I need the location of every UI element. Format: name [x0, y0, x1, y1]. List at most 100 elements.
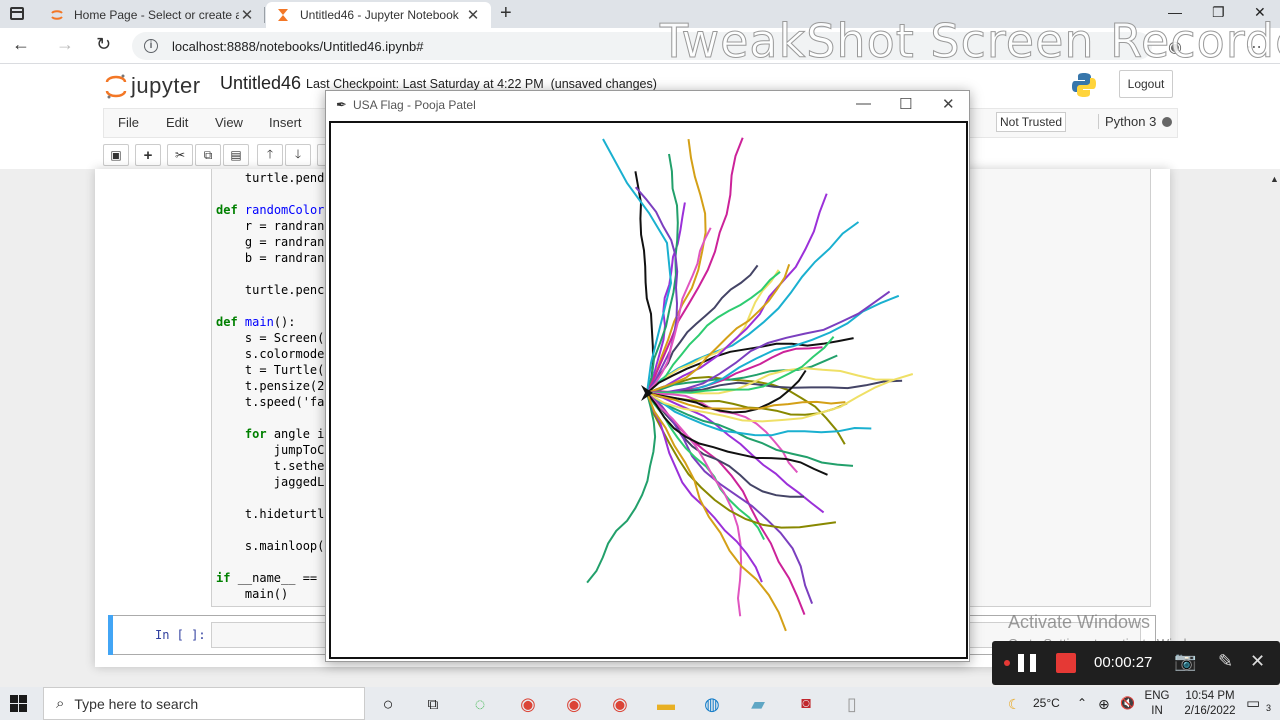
close-recorder-icon[interactable]: ✕	[1250, 651, 1265, 672]
turtle-line	[586, 392, 657, 584]
jupyter-favicon-icon	[51, 10, 63, 20]
menu-view[interactable]: View	[215, 115, 243, 130]
volume-icon[interactable]: 🔇	[1120, 696, 1135, 710]
checkpoint-status: Last Checkpoint: Last Saturday at 4:22 P…	[306, 77, 657, 91]
turtle-line	[646, 392, 765, 541]
clock-time: 10:54 PM	[1185, 690, 1235, 702]
feather-icon: ✒	[336, 97, 347, 112]
screenshot-camera-icon[interactable]: 📷	[1174, 651, 1196, 672]
window-menu-icon[interactable]	[10, 7, 24, 20]
turtle-window-titlebar[interactable]: ✒ USA Flag - Pooja Patel — ☐ ✕	[326, 91, 969, 119]
document-icon[interactable]: ▯	[840, 692, 864, 716]
temperature[interactable]: 25°C	[1033, 696, 1060, 710]
code-line: for angle i	[244, 427, 325, 441]
checkpoint-text: Last Checkpoint: Last Saturday at 4:22 P…	[306, 77, 544, 91]
turtle-minimize-icon[interactable]: —	[856, 95, 871, 112]
recording-timer: 00:00:27	[1094, 654, 1153, 671]
notebook-title[interactable]: Untitled46	[220, 73, 301, 94]
logout-button[interactable]: Logout	[1119, 70, 1173, 98]
language-top: ENG	[1144, 690, 1170, 702]
turtle-line	[646, 392, 837, 529]
stop-recording-button[interactable]	[1056, 653, 1076, 673]
code-line: turtle.pend	[216, 171, 325, 185]
notification-center-icon[interactable]: ▭	[1246, 694, 1260, 712]
not-trusted-button[interactable]: Not Trusted	[996, 112, 1066, 132]
recorder-app-icon[interactable]: ◙	[794, 692, 818, 716]
python-idle-icon[interactable]: ▰	[746, 692, 770, 716]
language-indicator[interactable]: ENG IN	[1140, 689, 1174, 719]
menu-edit[interactable]: Edit	[166, 115, 188, 130]
turtle-line	[646, 264, 759, 394]
tab-close-icon[interactable]: ✕	[239, 6, 255, 24]
code-line: s.colormode	[216, 347, 325, 361]
show-hidden-icons-icon[interactable]: ⌃	[1077, 696, 1087, 710]
add-cell-icon[interactable]: +	[135, 144, 161, 166]
recording-indicator-icon	[1004, 660, 1010, 666]
kernel-name[interactable]: Python 3	[1098, 114, 1156, 129]
app-icon-green[interactable]: ◌	[468, 692, 492, 716]
code-line: turtle.penc	[216, 283, 325, 297]
move-down-icon[interactable]: 🡓	[285, 144, 311, 166]
weather-icon[interactable]: ☾	[1008, 696, 1021, 713]
windows-taskbar: ⌕ Type here to search ○ ⧉ ◌ ◉ ◉ ◉ ▬ ◍ ▰ …	[0, 687, 1280, 720]
code-line: t.speed('fa	[216, 395, 325, 409]
tab-untitled46[interactable]: Untitled46 - Jupyter Notebook ✕	[266, 2, 491, 28]
new-tab-button[interactable]: +	[500, 2, 512, 25]
task-view-icon[interactable]: ⧉	[421, 692, 445, 716]
code-line: g = randran	[216, 235, 325, 249]
recorder-watermark: TweakShot Screen Recorder	[659, 14, 1280, 69]
paste-icon[interactable]: ▤	[223, 144, 249, 166]
windows-start-icon[interactable]	[10, 695, 27, 712]
back-icon[interactable]: ←	[12, 34, 30, 55]
copy-icon[interactable]: ⧉	[195, 144, 221, 166]
annotate-icon[interactable]: ✎	[1218, 651, 1233, 672]
menu-insert[interactable]: Insert	[269, 115, 302, 130]
language-bottom: IN	[1151, 705, 1163, 717]
hourglass-favicon-icon	[278, 9, 288, 21]
code-line: s = Screen(	[216, 331, 325, 345]
search-placeholder: Type here to search	[74, 695, 199, 712]
code-line: r = randran	[216, 219, 325, 233]
turtle-canvas[interactable]	[329, 121, 968, 659]
code-line: t.sethe	[216, 459, 325, 473]
taskbar-search-box[interactable]: ⌕ Type here to search	[43, 687, 365, 720]
code-line: if __name__ ==	[216, 571, 318, 585]
chrome-profile-icon[interactable]: ◉	[562, 692, 586, 716]
pause-recording-button[interactable]	[1018, 654, 1038, 672]
turtle-graphics-window[interactable]: ✒ USA Flag - Pooja Patel — ☐ ✕	[325, 90, 970, 662]
code-line: def randomColor	[216, 203, 325, 217]
notification-count: 3	[1266, 703, 1272, 713]
code-line: t.hideturtl	[216, 507, 325, 521]
search-icon: ⌕	[56, 695, 65, 712]
code-line: s.mainloop(	[216, 539, 325, 553]
turtle-close-icon[interactable]: ✕	[942, 95, 955, 113]
jupyter-logo[interactable]: jupyter	[105, 72, 201, 100]
code-line: t.pensize(2	[216, 379, 325, 393]
save-icon[interactable]: ▣	[103, 144, 129, 166]
turtle-maximize-icon[interactable]: ☐	[899, 95, 912, 113]
menu-file[interactable]: File	[118, 115, 139, 130]
site-info-icon[interactable]: i	[144, 39, 158, 53]
scroll-up-icon[interactable]: ▲	[1270, 174, 1279, 184]
activate-windows-title: Activate Windows	[1008, 612, 1151, 632]
cortana-icon[interactable]: ○	[376, 692, 400, 716]
url-text: localhost:8888/notebooks/Untitled46.ipyn…	[172, 38, 424, 54]
code-line: jaggedL	[216, 475, 325, 489]
reload-icon[interactable]: ↻	[96, 34, 111, 55]
cut-icon[interactable]: ✂	[167, 144, 193, 166]
network-icon[interactable]: ⊕	[1098, 696, 1110, 713]
tab-home-page[interactable]: Home Page - Select or create a n ✕	[40, 2, 265, 28]
screen-recorder-widget: 00:00:27 📷 ✎ ✕	[992, 641, 1280, 685]
taskbar-clock[interactable]: 10:54 PM 2/16/2022	[1180, 689, 1240, 719]
kernel-status-icon	[1162, 117, 1172, 127]
chrome-icon[interactable]: ◉	[516, 692, 540, 716]
code-line: jumpToC	[216, 443, 325, 457]
chrome-alt-icon[interactable]: ◉	[608, 692, 632, 716]
file-explorer-icon[interactable]: ▬	[654, 692, 678, 716]
tab-close-icon[interactable]: ✕	[465, 6, 481, 24]
forward-icon[interactable]: →	[56, 34, 74, 55]
move-up-icon[interactable]: 🡑	[257, 144, 283, 166]
edge-icon[interactable]: ◍	[700, 692, 724, 716]
jupyter-logo-icon	[105, 74, 127, 99]
selected-cell-indicator	[108, 615, 113, 655]
